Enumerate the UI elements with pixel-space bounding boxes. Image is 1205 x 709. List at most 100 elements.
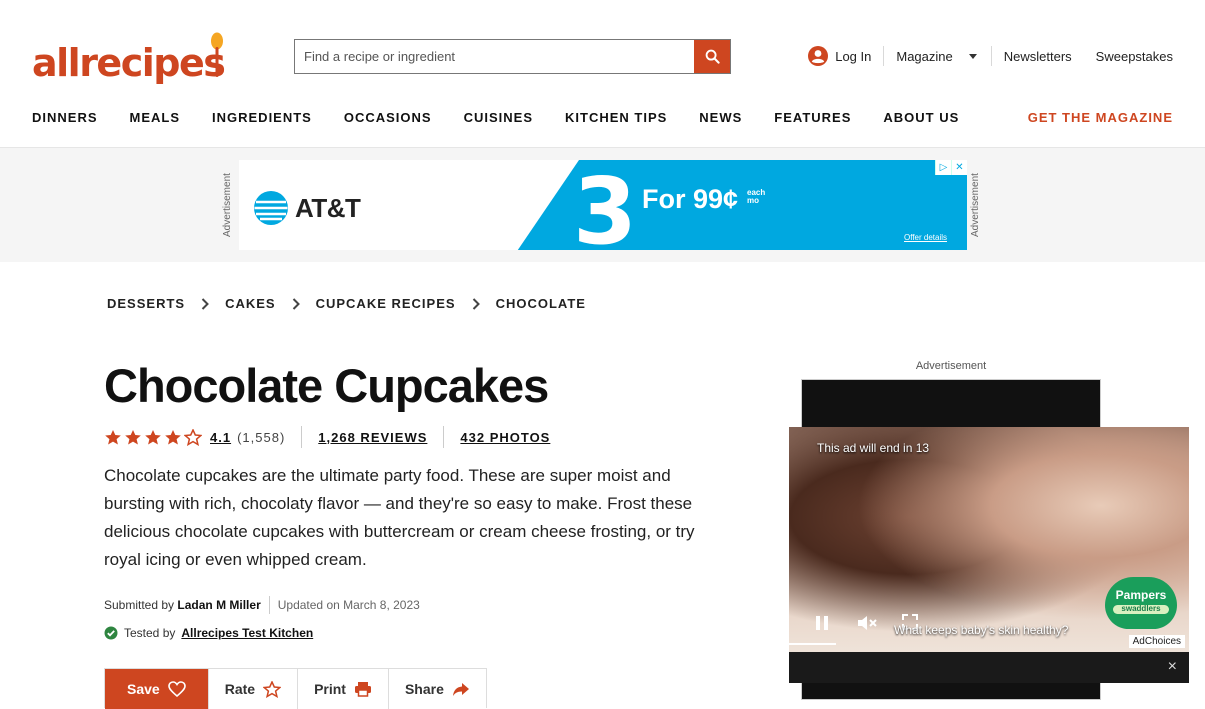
divider <box>268 596 270 614</box>
share-label: Share <box>404 681 444 697</box>
site-header: allrecipes Log In Magazine <box>0 0 1205 148</box>
breadcrumb: DESSERTS CAKES CUPCAKE RECIPES CHOCOLATE <box>107 296 602 311</box>
ad-question: What keeps baby's skin healthy? <box>894 623 1069 637</box>
rating-stars[interactable] <box>104 428 202 446</box>
nav-item-cuisines[interactable]: CUISINES <box>464 110 533 125</box>
ad-label: Advertisement <box>222 173 233 237</box>
tested-badge: Tested by Allrecipes Test Kitchen <box>104 626 313 640</box>
print-label: Print <box>314 681 346 697</box>
brand-text: AT&T <box>295 192 361 223</box>
globe-icon <box>254 191 288 225</box>
page-title: Chocolate Cupcakes <box>104 359 549 412</box>
search-icon <box>705 49 720 64</box>
nav-item-kitchen-tips[interactable]: KITCHEN TIPS <box>565 110 667 125</box>
tested-by-link[interactable]: Allrecipes Test Kitchen <box>181 626 313 640</box>
submitted-prefix: Submitted by <box>104 598 175 612</box>
video-progress <box>789 643 836 645</box>
unmute-button[interactable] <box>857 615 879 631</box>
breadcrumb-cakes[interactable]: CAKES <box>225 296 276 311</box>
account-links: Log In Magazine Newsletters Sweepstakes <box>795 44 1173 68</box>
offer-details-link[interactable]: Offer details <box>904 233 947 242</box>
nav-item-meals[interactable]: MEALS <box>130 110 181 125</box>
login-link[interactable]: Log In <box>795 45 883 67</box>
recipe-meta: 4.1 (1,558) 1,268 REVIEWS 432 PHOTOS <box>104 426 550 448</box>
printer-icon <box>354 682 371 697</box>
breadcrumb-chocolate[interactable]: CHOCOLATE <box>496 296 586 311</box>
att-logo: AT&T <box>253 190 361 226</box>
offer-note: each mo <box>747 188 766 205</box>
check-badge-icon <box>104 626 118 640</box>
rate-label: Rate <box>224 681 256 697</box>
chevron-right-icon <box>292 297 300 310</box>
ad-controls: ▷ ✕ <box>935 160 967 175</box>
star-outline-icon <box>263 680 282 698</box>
magazine-label: Magazine <box>896 48 953 64</box>
nav-item-about-us[interactable]: ABOUT US <box>883 110 959 125</box>
updated-date: Updated on March 8, 2023 <box>277 598 420 612</box>
ad-timer: This ad will end in 13 <box>817 441 930 455</box>
divider <box>301 426 303 448</box>
tested-prefix: Tested by <box>124 626 176 640</box>
account-icon <box>808 46 829 66</box>
reviews-link[interactable]: 1,268 REVIEWS <box>318 430 427 445</box>
star-filled-icon <box>125 429 141 444</box>
mute-icon <box>858 616 877 630</box>
photos-link[interactable]: 432 PHOTOS <box>460 430 550 445</box>
byline: Submitted by Ladan M Miller Updated on M… <box>104 596 420 614</box>
video-ad-player[interactable]: This ad will end in 13 Pampers swaddlers… <box>789 427 1189 683</box>
banner-ad[interactable]: AT&T 3 For 99¢ each mo Offer details ▷ ✕ <box>239 160 967 250</box>
pampers-logo[interactable]: Pampers swaddlers <box>1105 577 1177 629</box>
chevron-right-icon <box>472 297 480 310</box>
search-button[interactable] <box>694 40 730 73</box>
share-icon <box>452 683 469 696</box>
sweepstakes-label: Sweepstakes <box>1095 48 1173 64</box>
brand-sub: swaddlers <box>1113 604 1169 614</box>
star-filled-icon <box>165 429 181 444</box>
magazine-dropdown[interactable]: Magazine <box>884 49 988 64</box>
pause-button[interactable] <box>815 615 829 631</box>
heart-icon <box>167 681 186 697</box>
search-input[interactable] <box>295 40 694 73</box>
save-label: Save <box>127 681 160 697</box>
save-button[interactable]: Save <box>105 669 208 709</box>
close-ad-button[interactable]: × <box>1168 658 1177 676</box>
main-nav: DINNERS MEALS INGREDIENTS OCCASIONS CUIS… <box>32 110 991 125</box>
spoon-icon <box>211 32 223 77</box>
rating-count: (1,558) <box>237 429 286 445</box>
search-bar <box>294 39 731 74</box>
ad-label: Advertisement <box>915 360 987 372</box>
newsletters-link[interactable]: Newsletters <box>992 49 1084 64</box>
star-outline-icon <box>184 428 202 446</box>
recipe-description: Chocolate cupcakes are the ultimate part… <box>104 466 695 569</box>
nav-item-occasions[interactable]: OCCASIONS <box>344 110 432 125</box>
nav-item-dinners[interactable]: DINNERS <box>32 110 98 125</box>
rate-button[interactable]: Rate <box>207 669 297 709</box>
share-button[interactable]: Share <box>387 669 486 709</box>
get-magazine-link[interactable]: GET THE MAGAZINE <box>1028 110 1173 125</box>
print-button[interactable]: Print <box>297 669 388 709</box>
video-bottom-bar <box>789 652 1189 683</box>
nav-item-news[interactable]: NEWS <box>699 110 742 125</box>
newsletters-label: Newsletters <box>1003 48 1072 64</box>
ad-label: Advertisement <box>970 173 981 237</box>
author-link[interactable]: Ladan M Miller <box>177 598 260 612</box>
allrecipes-logo[interactable]: allrecipes <box>32 30 226 85</box>
action-bar: Save Rate Print Share <box>104 668 487 709</box>
chevron-right-icon <box>201 297 209 310</box>
nav-item-ingredients[interactable]: INGREDIENTS <box>212 110 312 125</box>
divider <box>443 426 445 448</box>
nav-item-features[interactable]: FEATURES <box>774 110 851 125</box>
adchoices-icon[interactable]: ▷ <box>935 160 951 175</box>
star-filled-icon <box>145 429 161 444</box>
chevron-down-icon <box>968 53 977 59</box>
breadcrumb-cupcake-recipes[interactable]: CUPCAKE RECIPES <box>316 296 456 311</box>
star-filled-icon <box>105 429 121 444</box>
close-icon[interactable]: ✕ <box>951 160 967 175</box>
login-label: Log In <box>835 48 872 64</box>
offer-number: 3 <box>573 160 638 250</box>
adchoices-link[interactable]: AdChoices <box>1128 635 1185 648</box>
sweepstakes-link[interactable]: Sweepstakes <box>1084 49 1173 64</box>
breadcrumb-desserts[interactable]: DESSERTS <box>107 296 185 311</box>
rating-value[interactable]: 4.1 <box>210 430 231 445</box>
logo-text: allrecipes <box>32 41 226 85</box>
